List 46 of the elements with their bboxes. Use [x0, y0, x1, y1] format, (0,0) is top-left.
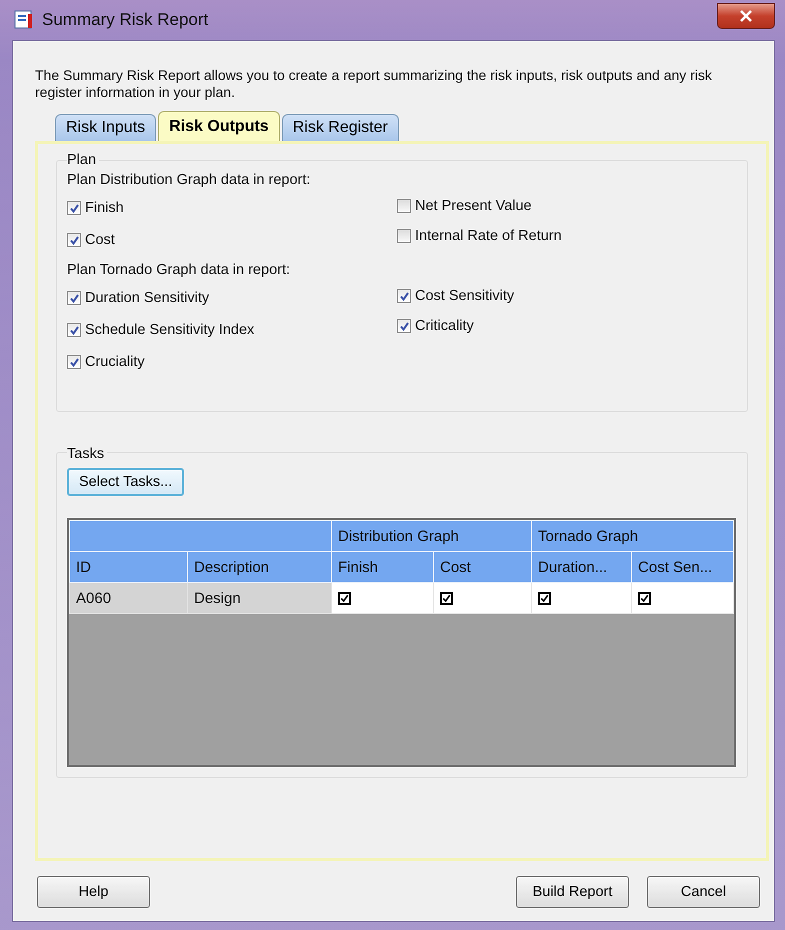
header-cell: Distribution Graph	[332, 520, 532, 552]
column-header: Description	[188, 552, 332, 582]
header-cell: Tornado Graph	[532, 520, 734, 552]
tab[interactable]: Risk Outputs	[158, 111, 280, 141]
table-cell: A060	[70, 582, 188, 614]
checkbox[interactable]	[638, 592, 652, 604]
help-button[interactable]: Help	[37, 876, 150, 908]
column-header: Cost Sen...	[632, 552, 734, 582]
checkbox[interactable]	[440, 592, 453, 604]
checkbox-option[interactable]: Schedule Sensitivity Index	[67, 322, 254, 338]
checkbox[interactable]	[67, 233, 81, 247]
section-heading: Plan Distribution Graph data in report:	[67, 172, 312, 188]
column-header: Duration...	[532, 552, 632, 582]
checkbox[interactable]	[397, 229, 411, 243]
checkbox[interactable]	[338, 592, 351, 604]
checkbox[interactable]	[67, 323, 81, 337]
checkbox[interactable]	[67, 355, 81, 369]
table-cell: Design	[188, 582, 332, 614]
column-header: Finish	[332, 552, 434, 582]
checkbox-option[interactable]: Duration Sensitivity	[67, 290, 210, 306]
window-title: Summary Risk Report	[42, 10, 208, 30]
section-heading: Plan Tornado Graph data in report:	[67, 262, 292, 278]
checkbox[interactable]	[397, 199, 411, 213]
checkbox-option[interactable]: Cost	[67, 232, 115, 248]
checkbox[interactable]	[397, 289, 411, 303]
checkbox[interactable]	[397, 319, 411, 333]
checkbox-option[interactable]: Cruciality	[67, 354, 145, 370]
column-header: Cost	[434, 552, 532, 582]
tab[interactable]: Risk Inputs	[55, 114, 156, 141]
checkbox-option[interactable]: Cost Sensitivity	[397, 288, 514, 304]
close-button[interactable]	[717, 3, 775, 29]
build-report-button[interactable]: Build Report	[516, 876, 629, 908]
column-header: ID	[70, 552, 188, 582]
checkbox-option[interactable]: Criticality	[397, 318, 474, 334]
tab[interactable]: Risk Register	[282, 114, 399, 141]
checkbox-option[interactable]: Net Present Value	[397, 198, 532, 214]
description-text: The Summary Risk Report allows you to create a report summarizing the risk inputs, risk outputs and any risk register information in your plan.	[35, 67, 713, 101]
checkbox[interactable]	[538, 592, 552, 604]
report-icon	[14, 10, 34, 30]
cancel-button[interactable]: Cancel	[647, 876, 760, 908]
checkbox-option[interactable]: Finish	[67, 200, 124, 216]
checkbox-option[interactable]: Internal Rate of Return	[397, 228, 562, 244]
checkbox[interactable]	[67, 291, 81, 305]
checkbox[interactable]	[67, 201, 81, 215]
close-icon	[739, 10, 753, 22]
select-tasks-button[interactable]: Select Tasks...	[67, 468, 184, 496]
